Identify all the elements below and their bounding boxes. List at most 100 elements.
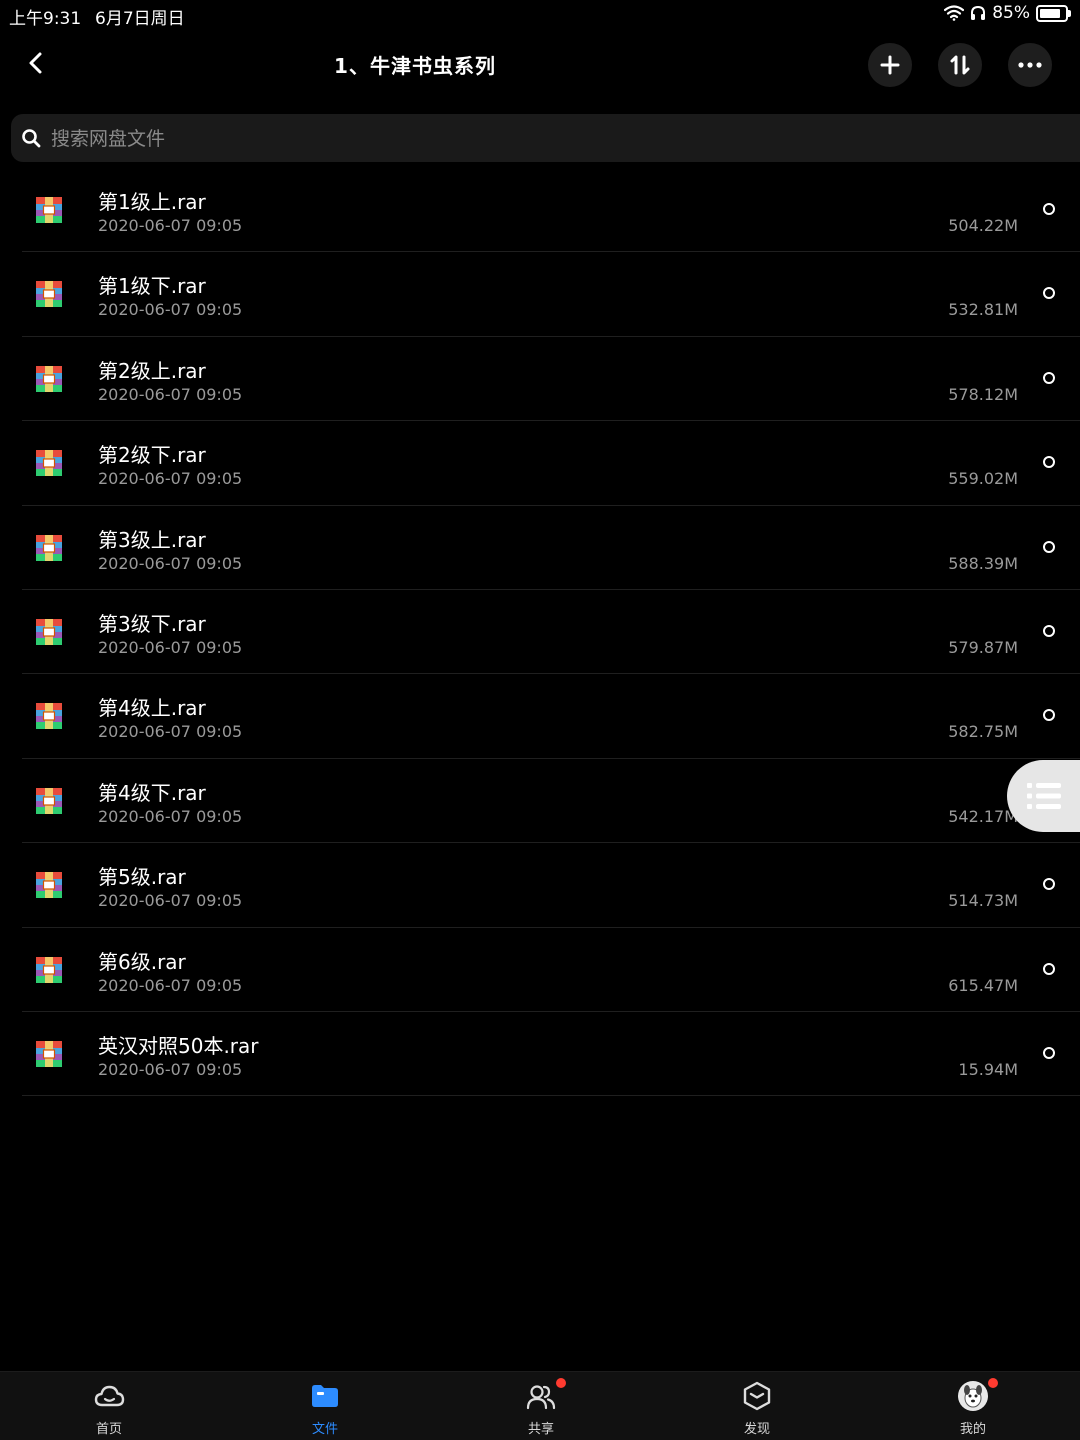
status-indicators: 85% [944, 3, 1071, 23]
tab-label: 文件 [311, 1422, 338, 1437]
file-size: 579.87M [948, 637, 1018, 657]
file-name: 第1级下.rar [98, 274, 206, 299]
battery-percent: 85% [992, 3, 1030, 23]
select-radio[interactable] [1043, 878, 1055, 891]
tab-bar: 首页 文件 共享 发现 我的 [0, 1371, 1080, 1440]
folder-icon [312, 1385, 338, 1407]
rar-archive-icon [36, 534, 62, 561]
file-date: 2020-06-07 09:05 [98, 300, 243, 320]
battery-icon [1036, 4, 1071, 22]
rar-archive-icon [36, 197, 62, 223]
file-size: 578.12M [948, 384, 1018, 404]
file-row[interactable]: 第2级下.rar 2020-06-07 09:05 559.02M [0, 421, 1080, 506]
headphones-icon [971, 5, 986, 20]
rar-archive-icon [36, 787, 62, 814]
file-size: 532.81M [948, 300, 1018, 320]
select-radio[interactable] [1043, 203, 1055, 215]
file-row[interactable]: 英汉对照50本.rar 2020-06-07 09:05 15.94M [0, 1012, 1080, 1097]
file-name: 第5级.rar [98, 865, 186, 890]
add-button[interactable] [868, 43, 912, 87]
select-radio[interactable] [1043, 540, 1055, 553]
tab-label: 首页 [95, 1422, 122, 1437]
file-name: 第2级下.rar [98, 443, 206, 468]
status-date: 6月7日周日 [95, 9, 185, 29]
select-radio[interactable] [1043, 287, 1055, 300]
file-size: 615.47M [948, 975, 1018, 995]
select-radio[interactable] [1043, 456, 1055, 469]
tab-files[interactable]: 文件 [265, 1372, 385, 1440]
status-bar: 上午9:31 6月7日周日 85% [0, 0, 1080, 30]
sort-icon [950, 55, 970, 75]
more-button[interactable] [1008, 43, 1052, 87]
file-row[interactable]: 第6级.rar 2020-06-07 09:05 615.47M [0, 928, 1080, 1013]
list-icon [1026, 783, 1061, 809]
tab-discover[interactable]: 发现 [697, 1372, 817, 1440]
rar-archive-icon [36, 703, 62, 730]
battery-fill [1040, 8, 1060, 18]
file-row[interactable]: 第3级下.rar 2020-06-07 09:05 579.87M [0, 590, 1080, 675]
tab-label: 发现 [743, 1422, 770, 1437]
notification-dot [556, 1378, 566, 1388]
rar-archive-icon [36, 450, 62, 477]
file-row[interactable]: 第4级上.rar 2020-06-07 09:05 582.75M [0, 674, 1080, 760]
search-input[interactable] [49, 124, 953, 154]
wifi-icon [944, 5, 965, 21]
tab-share[interactable]: 共享 [481, 1372, 601, 1440]
file-date: 2020-06-07 09:05 [98, 637, 243, 657]
select-radio[interactable] [1043, 962, 1055, 975]
more-dots-icon [1018, 62, 1042, 68]
tab-home[interactable]: 首页 [49, 1372, 169, 1440]
cloud-icon [94, 1385, 125, 1407]
sort-button[interactable] [938, 43, 982, 87]
file-row[interactable]: 第1级上.rar 2020-06-07 09:05 504.22M [0, 168, 1080, 253]
tab-label: 共享 [527, 1422, 554, 1437]
tab-label: 我的 [959, 1422, 986, 1437]
avatar-icon [958, 1381, 988, 1411]
file-size: 514.73M [948, 891, 1018, 911]
plus-icon [880, 55, 900, 75]
file-name: 第1级上.rar [98, 190, 206, 214]
rar-archive-icon [36, 365, 62, 392]
page-title: 1、牛津书虫系列 [334, 54, 496, 78]
file-date: 2020-06-07 09:05 [98, 891, 243, 911]
file-row[interactable]: 第4级下.rar 2020-06-07 09:05 542.17M [0, 759, 1080, 844]
notification-dot [988, 1378, 998, 1388]
select-radio[interactable] [1043, 1046, 1055, 1059]
file-size: 559.02M [948, 469, 1018, 489]
file-list: 第1级上.rar 2020-06-07 09:05 504.22M 第1级下.r… [0, 168, 1080, 1097]
select-radio[interactable] [1043, 371, 1055, 384]
select-radio[interactable] [1043, 709, 1055, 722]
search-icon [22, 129, 41, 148]
file-name: 第4级下.rar [98, 780, 206, 805]
file-name: 第6级.rar [98, 949, 186, 974]
file-date: 2020-06-07 09:05 [98, 384, 243, 404]
file-date: 2020-06-07 09:05 [98, 469, 243, 489]
file-date: 2020-06-07 09:05 [98, 553, 243, 573]
rar-archive-icon [36, 1040, 62, 1067]
file-row[interactable]: 第1级下.rar 2020-06-07 09:05 532.81M [0, 252, 1080, 338]
people-icon [526, 1385, 556, 1410]
file-row[interactable]: 第3级上.rar 2020-06-07 09:05 588.39M [0, 506, 1080, 591]
file-date: 2020-06-07 09:05 [98, 722, 243, 742]
chevron-left-icon [29, 52, 42, 74]
rar-archive-icon [36, 281, 62, 308]
select-radio[interactable] [1043, 624, 1055, 637]
rar-archive-icon [36, 956, 62, 983]
back-button[interactable] [20, 46, 52, 80]
search-bar[interactable] [11, 114, 1080, 162]
file-size: 542.17M [948, 806, 1018, 826]
file-size: 15.94M [958, 1059, 1018, 1079]
file-date: 2020-06-07 09:05 [98, 1059, 243, 1079]
file-name: 第2级上.rar [98, 358, 206, 383]
file-date: 2020-06-07 09:05 [98, 216, 243, 235]
file-name: 第3级上.rar [98, 527, 206, 552]
file-row[interactable]: 第5级.rar 2020-06-07 09:05 514.73M [0, 843, 1080, 928]
file-row[interactable]: 第2级上.rar 2020-06-07 09:05 578.12M [0, 337, 1080, 422]
file-date: 2020-06-07 09:05 [98, 975, 243, 995]
tab-profile[interactable]: 我的 [913, 1372, 1033, 1440]
floating-list-button[interactable] [1007, 760, 1080, 832]
file-size: 588.39M [948, 553, 1018, 573]
rar-archive-icon [36, 618, 62, 645]
file-name: 第3级下.rar [98, 611, 206, 636]
file-size: 582.75M [948, 722, 1018, 742]
